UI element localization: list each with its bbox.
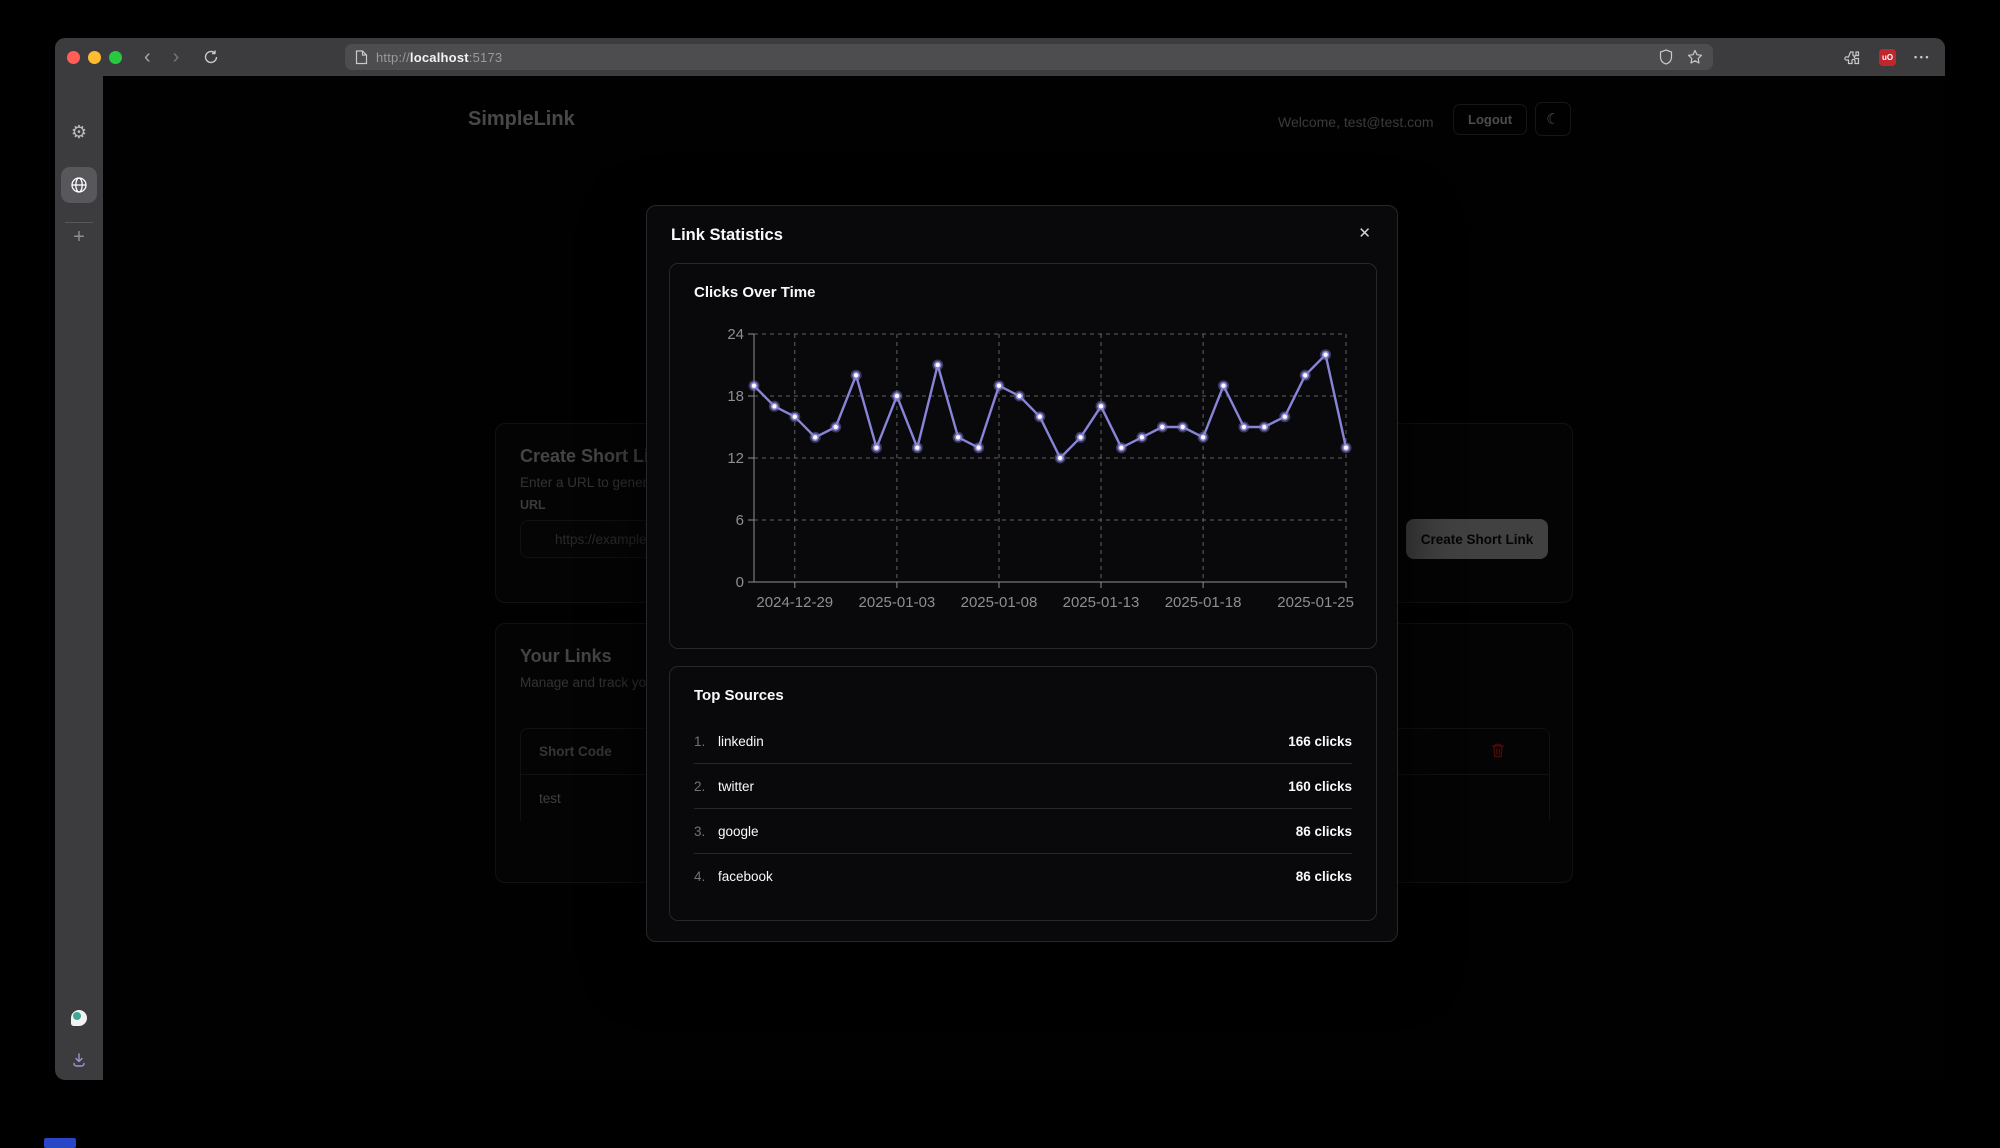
source-name: google	[718, 824, 759, 839]
svg-text:18: 18	[727, 388, 744, 405]
sidebar-divider	[65, 222, 93, 223]
desktop: ‹ › http://localhost:5173	[0, 0, 2000, 1148]
svg-text:6: 6	[736, 512, 744, 529]
source-rank: 3.	[694, 824, 718, 839]
source-row: 1. linkedin 166 clicks	[694, 719, 1352, 764]
source-clicks: 86 clicks	[1296, 824, 1352, 839]
svg-text:2024-12-29: 2024-12-29	[756, 594, 833, 611]
svg-text:2025-01-25: 2025-01-25	[1277, 594, 1354, 611]
svg-text:2025-01-03: 2025-01-03	[859, 594, 936, 611]
source-clicks: 86 clicks	[1296, 869, 1352, 884]
chart-title: Clicks Over Time	[694, 284, 815, 301]
back-button[interactable]: ‹	[144, 47, 151, 67]
workspace-orb-icon	[71, 1010, 87, 1026]
zoom-window-button[interactable]	[109, 51, 122, 64]
menu-dots-icon[interactable]: •••	[1914, 52, 1931, 62]
top-sources-card: Top Sources 1. linkedin 166 clicks 2. tw…	[669, 666, 1377, 921]
source-rank: 2.	[694, 779, 718, 794]
page-icon	[355, 50, 368, 65]
svg-text:12: 12	[727, 450, 744, 467]
reload-button[interactable]	[203, 49, 219, 65]
close-icon[interactable]: ✕	[1354, 220, 1375, 246]
clicks-line-chart: 0 6 12 18 24 2024-12-29 2025-01-03 2025-01-08 20…	[692, 322, 1356, 622]
source-rank: 4.	[694, 869, 718, 884]
clicks-over-time-card: Clicks Over Time 0 6 12 18 24 2024-12-29 2025-…	[669, 263, 1377, 649]
url-text: http://localhost:5173	[376, 50, 502, 65]
sidebar-settings-tab[interactable]: ⚙	[55, 122, 103, 143]
link-statistics-modal: Link Statistics ✕ Clicks Over Time 0 6 12 1…	[646, 205, 1398, 942]
top-sources-list: 1. linkedin 166 clicks 2. twitter 160 cl…	[694, 719, 1352, 899]
gear-icon: ⚙	[71, 122, 87, 143]
source-clicks: 166 clicks	[1288, 734, 1352, 749]
source-rank: 1.	[694, 734, 718, 749]
source-name: facebook	[718, 869, 773, 884]
plus-icon: +	[73, 226, 85, 249]
browser-window: ‹ › http://localhost:5173	[55, 38, 1945, 1080]
source-row: 2. twitter 160 clicks	[694, 764, 1352, 809]
new-tab-button[interactable]: +	[55, 226, 103, 249]
source-clicks: 160 clicks	[1288, 779, 1352, 794]
traffic-lights	[67, 51, 122, 64]
svg-text:2025-01-13: 2025-01-13	[1063, 594, 1140, 611]
top-sources-title: Top Sources	[694, 687, 784, 704]
svg-text:2025-01-18: 2025-01-18	[1165, 594, 1242, 611]
download-icon	[71, 1052, 87, 1068]
bookmark-star-icon[interactable]	[1687, 49, 1703, 65]
svg-text:0: 0	[736, 574, 744, 591]
app-page: SimpleLink Welcome, test@test.com Logout…	[103, 76, 1945, 1080]
address-bar[interactable]: http://localhost:5173	[345, 44, 1713, 70]
close-window-button[interactable]	[67, 51, 80, 64]
modal-title: Link Statistics	[671, 226, 783, 245]
svg-text:24: 24	[727, 326, 744, 343]
source-name: twitter	[718, 779, 754, 794]
globe-icon	[70, 176, 88, 194]
ublock-extension-icon[interactable]: uO	[1879, 49, 1896, 66]
tracking-shield-icon[interactable]	[1659, 49, 1673, 65]
source-row: 3. google 86 clicks	[694, 809, 1352, 854]
minimize-window-button[interactable]	[88, 51, 101, 64]
workspace-button[interactable]	[55, 1010, 103, 1026]
downloads-button[interactable]	[55, 1052, 103, 1068]
browser-toolbar: ‹ › http://localhost:5173	[55, 38, 1945, 76]
svg-text:2025-01-08: 2025-01-08	[961, 594, 1038, 611]
source-name: linkedin	[718, 734, 764, 749]
extensions-puzzle-icon[interactable]	[1844, 49, 1861, 66]
forward-button[interactable]: ›	[173, 47, 180, 67]
background-window-sliver	[44, 1138, 76, 1148]
tab-sidebar: ⚙ 🏠 +	[55, 76, 103, 1080]
sidebar-active-globe-tab[interactable]	[61, 167, 97, 203]
source-row: 4. facebook 86 clicks	[694, 854, 1352, 899]
